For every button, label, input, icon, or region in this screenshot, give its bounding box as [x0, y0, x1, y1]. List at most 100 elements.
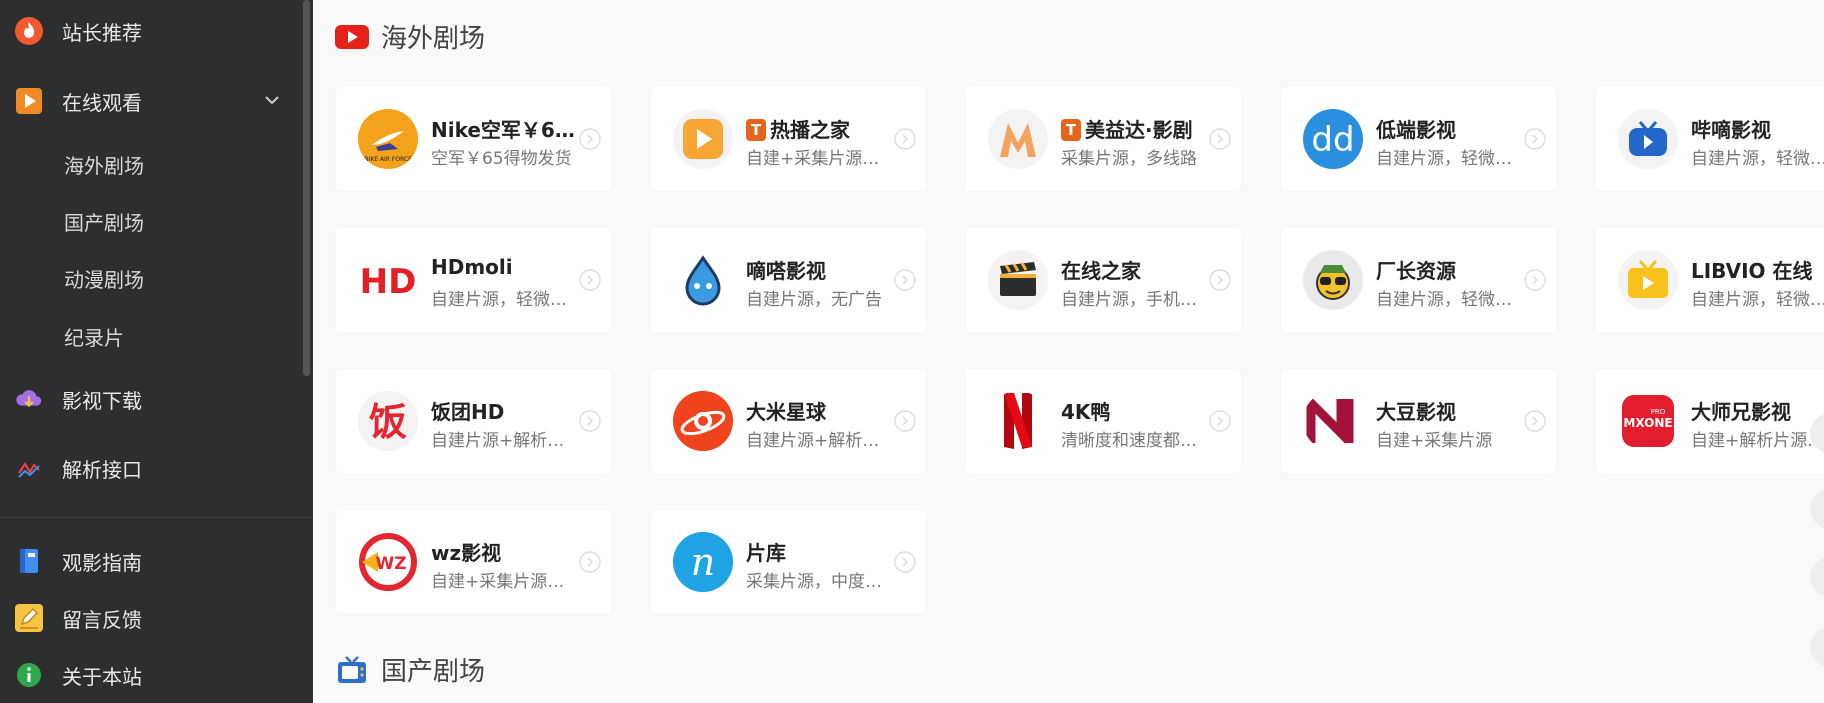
- sidebar-subitem-anime[interactable]: 动漫剧场: [0, 256, 300, 300]
- site-desc: 自建片源，无广告: [746, 290, 882, 310]
- dida-logo: [673, 250, 733, 310]
- chevron-down-icon: [265, 96, 279, 105]
- site-desc: 采集片源，多线路: [1061, 149, 1197, 169]
- meiyida-logo: [988, 109, 1048, 169]
- site-card-meiyida[interactable]: T 美益达·影剧 采集片源，多线路: [966, 87, 1241, 191]
- sidebar-item-label: 观影指南: [62, 550, 142, 575]
- site-name: 4K鸭: [1061, 400, 1111, 424]
- site-card-nike[interactable]: NIKE AIR FORCE Nike空军￥65得物发货 空军￥65得物发货: [336, 87, 611, 191]
- edit-icon: [14, 603, 44, 633]
- flame-icon: [14, 16, 44, 46]
- chevron-right-circle-icon: [1524, 410, 1546, 432]
- sidebar-item-feedback[interactable]: 留言反馈: [0, 593, 300, 643]
- site-name: 厂长资源: [1376, 259, 1456, 283]
- sidebar-item-guide[interactable]: 观影指南: [0, 536, 300, 586]
- site-desc: 自建+采集片源: [1376, 431, 1493, 451]
- fantuan-logo: 饭: [358, 391, 418, 451]
- sidebar-subitem-domestic[interactable]: 国产剧场: [0, 199, 300, 243]
- chevron-right-circle-icon: [894, 269, 916, 291]
- sidebar-item-parse[interactable]: 解析接口: [0, 443, 300, 493]
- chevron-right-circle-icon: [579, 551, 601, 573]
- tag-badge: T: [1061, 119, 1081, 141]
- site-name: 饭团HD: [431, 400, 505, 424]
- site-name: HDmoli: [431, 255, 513, 279]
- site-card-rebo[interactable]: T热播之家 自建+采集片源，多线路: [651, 87, 926, 191]
- pianku-logo: n: [673, 532, 733, 592]
- tv-icon: [335, 653, 369, 687]
- site-name: Nike空军￥65得物发货: [431, 118, 581, 142]
- site-card-dashixiong[interactable]: MXONEPRO 大师兄影视 自建+解析片源，无广告: [1596, 369, 1824, 473]
- site-card-diduan[interactable]: dd 低端影视 自建片源，轻微广告: [1281, 87, 1556, 191]
- site-desc: 空军￥65得物发货: [431, 149, 572, 169]
- chevron-right-circle-icon: [1524, 269, 1546, 291]
- diduan-logo: dd: [1303, 109, 1363, 169]
- sidebar-item-download[interactable]: 影视下载: [0, 374, 300, 424]
- site-card-fantuan[interactable]: 饭 饭团HD 自建片源+解析片源: [336, 369, 611, 473]
- sidebar-subitem-documentary[interactable]: 纪录片: [0, 314, 300, 358]
- dadou-logo: [1303, 391, 1363, 451]
- site-desc: 自建片源，手机端广告: [1061, 290, 1211, 310]
- site-name: 低端影视: [1376, 118, 1456, 142]
- line-chart-icon: [14, 453, 44, 483]
- chevron-right-circle-icon: [579, 410, 601, 432]
- sidebar-scrollbar[interactable]: [303, 0, 310, 376]
- svg-text:HD: HD: [360, 262, 417, 302]
- youtube-icon: [335, 20, 369, 54]
- float-button[interactable]: [1810, 486, 1824, 532]
- site-desc: 自建+采集片源，无广告: [431, 572, 581, 592]
- chevron-right-circle-icon: [579, 269, 601, 291]
- sidebar: 站长推荐 在线观看 海外剧场 国产剧场 动漫剧场 纪录片 影视下载 解析接口 观…: [0, 0, 313, 703]
- sidebar-item-about[interactable]: 关于本站: [0, 650, 300, 700]
- site-card-dami[interactable]: 大米星球 自建片源+解析片源: [651, 369, 926, 473]
- clapperboard-logo: [988, 250, 1048, 310]
- site-name: T 美益达·影剧: [1061, 114, 1211, 143]
- site-card-libvio[interactable]: LIBVIO 在线 自建片源，轻微广告: [1596, 228, 1824, 332]
- sidebar-subitem-overseas[interactable]: 海外剧场: [0, 142, 300, 186]
- libvio-logo: [1618, 250, 1678, 310]
- site-card-wz[interactable]: WZ wz影视 自建+采集片源，无广告: [336, 510, 611, 614]
- site-card-dadou[interactable]: 大豆影视 自建+采集片源: [1281, 369, 1556, 473]
- site-card-changzhang[interactable]: 厂长资源 自建片源，轻微广告: [1281, 228, 1556, 332]
- float-button[interactable]: [1810, 554, 1824, 600]
- sidebar-divider: [0, 517, 313, 518]
- netflix-logo: [988, 391, 1048, 451]
- mxone-logo: MXONE PRO: [1618, 391, 1678, 451]
- site-desc: 自建+采集片源，多线路: [746, 149, 896, 169]
- site-card-4kya[interactable]: 4K鸭 清晰度和速度都很好: [966, 369, 1241, 473]
- changzhang-logo: [1303, 250, 1363, 310]
- chevron-right-circle-icon: [1209, 128, 1231, 150]
- site-desc: 自建片源，轻微广告: [1376, 290, 1526, 310]
- svg-text:PRO: PRO: [1651, 408, 1666, 416]
- chevron-right-circle-icon: [894, 410, 916, 432]
- site-desc: 自建片源+解析片源: [431, 431, 581, 451]
- site-desc: 采集片源，中度广告: [746, 572, 896, 592]
- sidebar-item-label: 关于本站: [62, 664, 142, 689]
- sidebar-item-label: 解析接口: [62, 457, 142, 482]
- chevron-right-circle-icon: [579, 128, 601, 150]
- site-card-zaixian[interactable]: 在线之家 自建片源，手机端广告: [966, 228, 1241, 332]
- site-name: T 热播之家: [746, 114, 896, 143]
- book-icon: [14, 546, 44, 576]
- float-button[interactable]: [1810, 624, 1824, 670]
- wz-logo: WZ: [358, 532, 418, 592]
- hdmoli-logo: HD: [358, 250, 418, 310]
- chevron-right-circle-icon: [1209, 410, 1231, 432]
- site-card-bidi[interactable]: 哔嘀影视 自建片源，轻微广告: [1596, 87, 1824, 191]
- sidebar-item-label: 留言反馈: [62, 607, 142, 632]
- site-desc: 自建片源，轻微广告: [1691, 149, 1824, 169]
- sidebar-item-recommend[interactable]: 站长推荐: [0, 6, 300, 56]
- rebo-logo: [673, 109, 733, 169]
- svg-text:饭: 饭: [369, 400, 407, 444]
- svg-text:NIKE AIR FORCE: NIKE AIR FORCE: [364, 156, 412, 163]
- sidebar-item-online[interactable]: 在线观看: [0, 76, 300, 126]
- site-name: 哔嘀影视: [1691, 118, 1771, 142]
- section-title-overseas: 海外剧场: [335, 18, 485, 55]
- chevron-right-circle-icon: [894, 551, 916, 573]
- site-card-hdmoli[interactable]: HD HDmoli 自建片源，轻微广告: [336, 228, 611, 332]
- site-name: 大师兄影视: [1691, 400, 1791, 424]
- chevron-right-circle-icon: [1524, 128, 1546, 150]
- site-card-pianku[interactable]: n 片库 采集片源，中度广告: [651, 510, 926, 614]
- nike-logo: NIKE AIR FORCE: [358, 109, 418, 169]
- site-card-dida[interactable]: 嘀嗒影视 自建片源，无广告: [651, 228, 926, 332]
- site-name: 在线之家: [1061, 259, 1141, 283]
